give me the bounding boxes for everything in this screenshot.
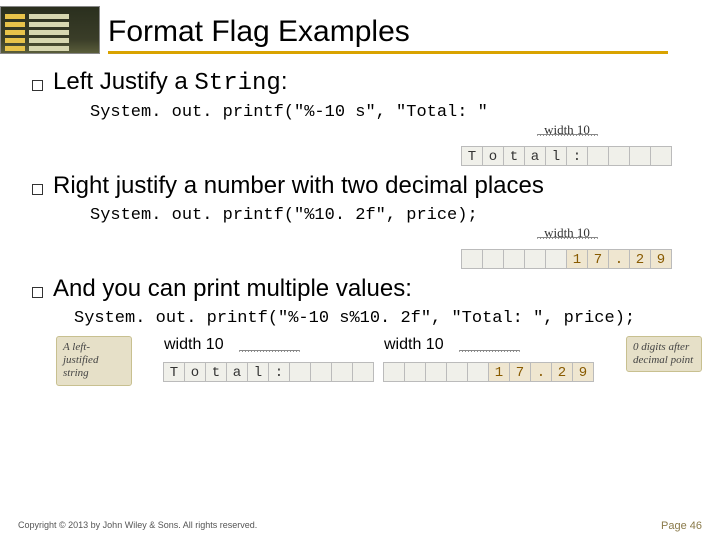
slide-header: Format Flag Examples xyxy=(0,0,720,54)
cell: t xyxy=(503,146,525,166)
cell: t xyxy=(205,362,227,382)
cell xyxy=(482,249,504,269)
cell: . xyxy=(530,362,552,382)
cell: 9 xyxy=(572,362,594,382)
cell: a xyxy=(226,362,248,382)
cell: o xyxy=(482,146,504,166)
cell: 9 xyxy=(650,249,672,269)
cell xyxy=(383,362,405,382)
cell: 1 xyxy=(488,362,510,382)
cell: 7 xyxy=(587,249,609,269)
callout-right: 0 digits after decimal point xyxy=(626,336,702,372)
diagram-group: width 10 ⎴⎴⎴⎴⎴⎴⎴⎴⎴⎴⎴⎴⎴⎴⎴⎴⎴⎴⎴⎴ 17.29 xyxy=(384,336,594,382)
bullet-item: Left Justify a String: xyxy=(32,68,702,97)
combined-diagram: A left-justified string width 10 ⎴⎴⎴⎴⎴⎴⎴… xyxy=(56,336,702,386)
cell xyxy=(467,362,489,382)
slide-title: Format Flag Examples xyxy=(108,15,668,54)
decorative-thumbnail xyxy=(0,6,100,54)
cell xyxy=(404,362,426,382)
bullet-text: And you can print multiple values: xyxy=(53,275,412,303)
cell: : xyxy=(566,146,588,166)
cell-row: 17.29 xyxy=(384,362,594,382)
cell-row: Total: xyxy=(164,362,374,382)
cell: T xyxy=(461,146,483,166)
width-diagram: width 10 ⎴⎴⎴⎴⎴⎴⎴⎴⎴⎴⎴⎴⎴⎴⎴⎴⎴⎴⎴⎴ Total: xyxy=(462,122,672,166)
slide-footer: Copyright © 2013 by John Wiley & Sons. A… xyxy=(18,520,702,532)
cell xyxy=(524,249,546,269)
cell: 1 xyxy=(566,249,588,269)
cell-row: 17.29 xyxy=(462,249,672,269)
cell xyxy=(310,362,332,382)
bullet-text-post: : xyxy=(281,68,288,95)
cell xyxy=(650,146,672,166)
bullet-code: String xyxy=(194,70,280,97)
bullet-text: Left Justify a xyxy=(53,68,194,95)
code-line: System. out. printf("%-10 s%10. 2f", "To… xyxy=(74,309,702,328)
cell xyxy=(545,249,567,269)
bullet-icon xyxy=(32,184,43,195)
cell xyxy=(587,146,609,166)
code-line: System. out. printf("%-10 s", "Total: " xyxy=(90,103,702,122)
bullet-icon xyxy=(32,287,43,298)
cell: T xyxy=(163,362,185,382)
cell xyxy=(608,146,630,166)
cell xyxy=(629,146,651,166)
cell xyxy=(289,362,311,382)
cell xyxy=(331,362,353,382)
cell: : xyxy=(268,362,290,382)
cell: 2 xyxy=(629,249,651,269)
cell: a xyxy=(524,146,546,166)
code-line: System. out. printf("%10. 2f", price); xyxy=(90,206,702,225)
bullet-item: And you can print multiple values: xyxy=(32,275,702,303)
cell: 2 xyxy=(551,362,573,382)
cell xyxy=(446,362,468,382)
bullet-item: Right justify a number with two decimal … xyxy=(32,172,702,200)
cell: l xyxy=(247,362,269,382)
cell: 7 xyxy=(509,362,531,382)
cell: l xyxy=(545,146,567,166)
width-diagram: width 10 ⎴⎴⎴⎴⎴⎴⎴⎴⎴⎴⎴⎴⎴⎴⎴⎴⎴⎴⎴⎴ 17.29 xyxy=(462,225,672,269)
cell xyxy=(352,362,374,382)
page-number: Page 46 xyxy=(661,520,702,532)
copyright-text: Copyright © 2013 by John Wiley & Sons. A… xyxy=(18,520,257,532)
cell xyxy=(425,362,447,382)
cell xyxy=(461,249,483,269)
cell-row: Total: xyxy=(462,146,672,166)
callout-left: A left-justified string xyxy=(56,336,132,386)
cell xyxy=(503,249,525,269)
bullet-icon xyxy=(32,80,43,91)
diagram-group: width 10 ⎴⎴⎴⎴⎴⎴⎴⎴⎴⎴⎴⎴⎴⎴⎴⎴⎴⎴⎴⎴ Total: xyxy=(164,336,374,382)
slide-body: Left Justify a String: System. out. prin… xyxy=(0,54,720,386)
bullet-text: Right justify a number with two decimal … xyxy=(53,172,544,200)
cell: . xyxy=(608,249,630,269)
cell: o xyxy=(184,362,206,382)
